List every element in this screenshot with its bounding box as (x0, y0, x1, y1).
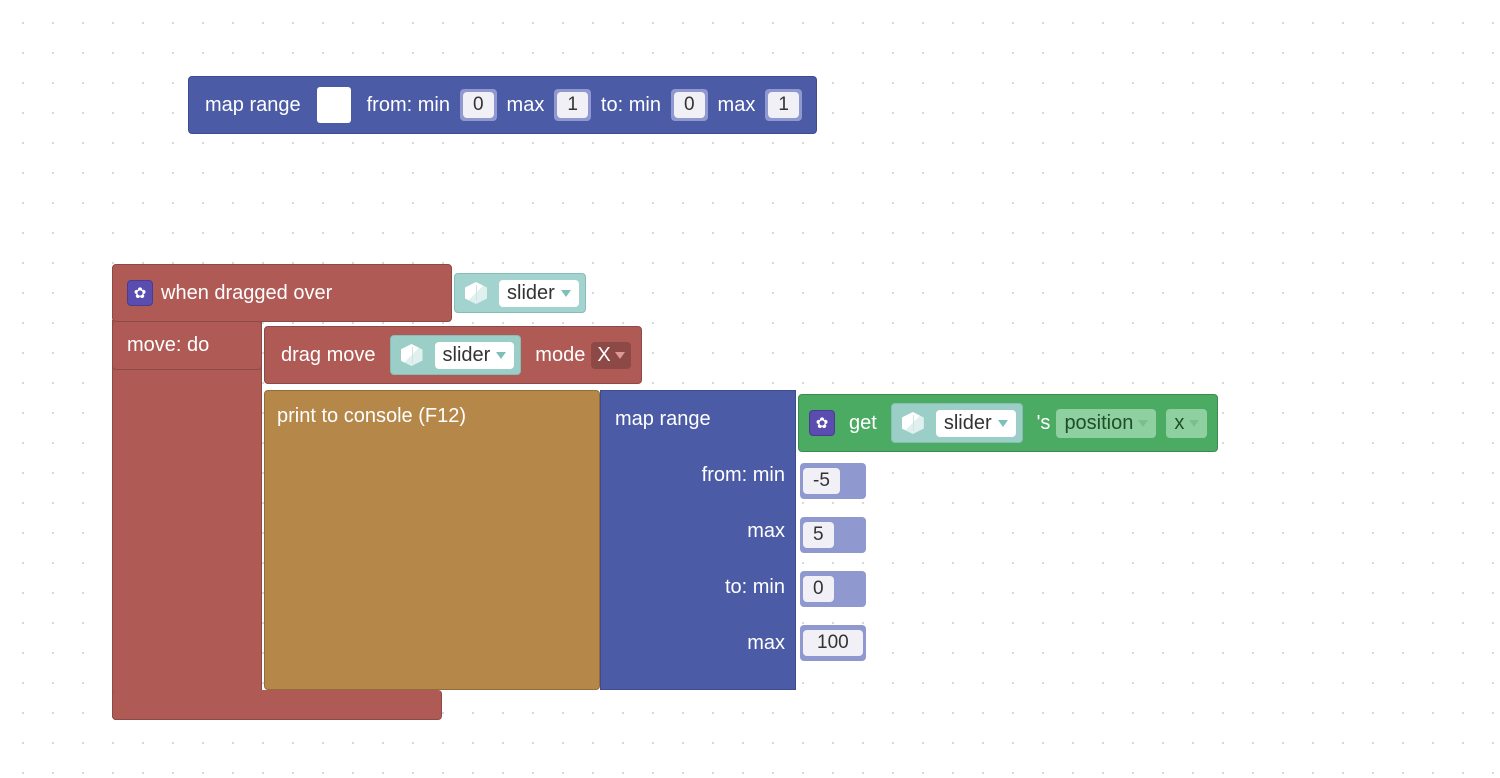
gear-icon[interactable]: ✿ (127, 280, 153, 306)
to-max-socket[interactable]: 1 (765, 89, 802, 121)
m2-to-max-socket[interactable]: 100 (800, 625, 866, 661)
empty-value-slot[interactable] (317, 87, 351, 123)
from-max-socket[interactable]: 1 (554, 89, 591, 121)
mode-label: mode (535, 344, 585, 367)
cube-icon (465, 282, 487, 304)
chevron-down-icon (615, 352, 625, 359)
m2-to-min-value[interactable]: 0 (803, 576, 834, 602)
hat-object-dropdown[interactable]: slider (499, 280, 579, 307)
getter-object-dropdown[interactable]: slider (936, 410, 1016, 437)
print-to-console-block[interactable]: print to console (F12) (264, 390, 600, 690)
m2-to-max-value[interactable]: 100 (803, 630, 863, 656)
getter-object-value: slider (944, 412, 992, 435)
property-dropdown[interactable]: position (1056, 409, 1156, 438)
m2-from-max-socket[interactable]: 5 (800, 517, 866, 553)
to-min-socket[interactable]: 0 (671, 89, 708, 121)
to-min-label: to: min (601, 94, 661, 117)
to-max-label: max (718, 94, 756, 117)
hat-body-bar (112, 320, 262, 720)
axis-dropdown[interactable]: x (1166, 409, 1207, 438)
cube-icon (401, 344, 423, 366)
apostrophe-s: 's (1037, 412, 1051, 435)
from-min-label: from: min (367, 94, 450, 117)
get-property-block[interactable]: ✿ get slider 's position x (798, 394, 1218, 452)
map-range-block-nested[interactable]: map range from: min max to: min max (600, 390, 796, 690)
drag-move-label: drag move (281, 344, 376, 367)
chevron-down-icon (1189, 420, 1199, 427)
chevron-down-icon (1138, 420, 1148, 427)
drag-move-object-value: slider (443, 344, 491, 367)
m2-to-min-socket[interactable]: 0 (800, 571, 866, 607)
gear-icon[interactable]: ✿ (809, 410, 835, 436)
map-range-block-top[interactable]: map range from: min 0 max 1 to: min 0 ma… (188, 76, 817, 134)
m2-from-min-value[interactable]: -5 (803, 468, 840, 494)
move-do-label: move: do (127, 334, 209, 357)
property-value: position (1064, 412, 1133, 435)
from-max-label: max (507, 94, 545, 117)
m2-from-max-value[interactable]: 5 (803, 522, 834, 548)
drag-move-object-dropdown[interactable]: slider (435, 342, 515, 369)
when-dragged-over-block[interactable]: ✿ when dragged over (112, 264, 452, 322)
map-range-label: map range (205, 94, 301, 117)
chevron-down-icon (561, 290, 571, 297)
mode-value: X (597, 344, 610, 367)
print-label: print to console (F12) (277, 405, 466, 428)
hat-title: when dragged over (161, 282, 332, 305)
mode-dropdown[interactable]: X (591, 342, 630, 369)
m2-to-min-label: to: min (601, 559, 795, 615)
cube-icon (902, 412, 924, 434)
move-do-label-row: move: do (112, 322, 262, 370)
chevron-down-icon (998, 420, 1008, 427)
to-max-value[interactable]: 1 (768, 92, 799, 118)
from-max-value[interactable]: 1 (557, 92, 588, 118)
drag-move-block[interactable]: drag move slider mode X (264, 326, 642, 384)
m2-to-max-label: max (601, 615, 795, 671)
hat-bottom-lip (112, 690, 442, 720)
chevron-down-icon (496, 352, 506, 359)
m2-from-max-label: max (601, 503, 795, 559)
m2-from-min-socket[interactable]: -5 (800, 463, 866, 499)
m2-from-min-label: from: min (601, 447, 795, 503)
axis-value: x (1174, 412, 1184, 435)
from-min-value[interactable]: 0 (463, 92, 494, 118)
from-min-socket[interactable]: 0 (460, 89, 497, 121)
hat-object-arg[interactable]: slider (454, 267, 586, 319)
hat-object-value: slider (507, 282, 555, 305)
get-label: get (849, 412, 877, 435)
map-range-name: map range (601, 391, 795, 447)
to-min-value[interactable]: 0 (674, 92, 705, 118)
